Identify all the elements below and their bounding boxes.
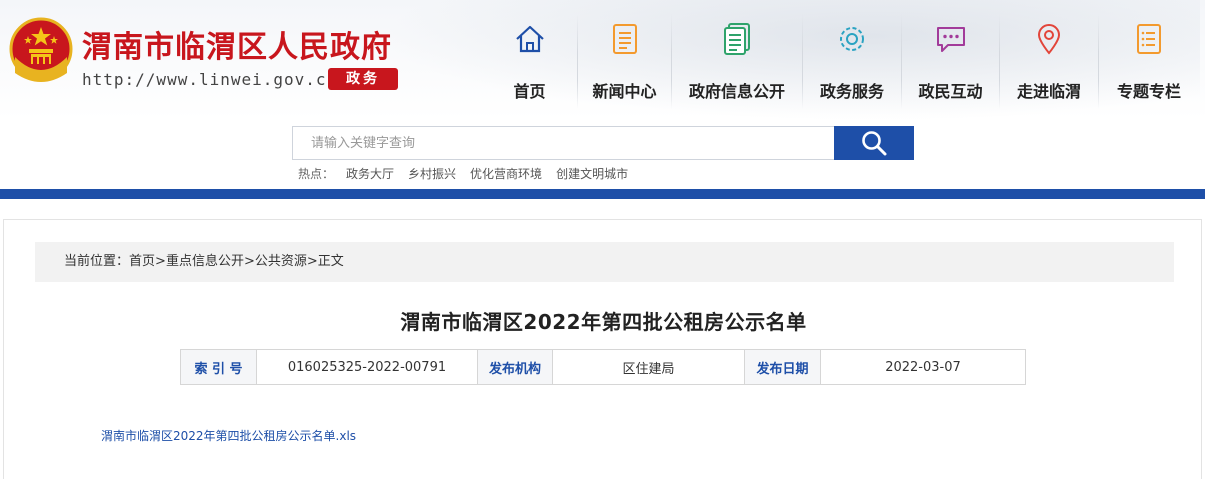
breadcrumb-item-home[interactable]: 首页 (129, 254, 155, 269)
breadcrumb-item-public-resources[interactable]: 公共资源 (255, 254, 307, 269)
index-number-value: 016025325-2022-00791 (256, 349, 478, 385)
site-title[interactable]: 渭南市临渭区人民政府 (82, 22, 392, 66)
breadcrumb-item-key-info[interactable]: 重点信息公开 (166, 254, 244, 269)
nav-item-gov-info[interactable]: 政府信息公开 (672, 14, 802, 109)
nav-label-home: 首页 (513, 82, 546, 101)
nav-item-services[interactable]: 政务服务 (803, 14, 901, 109)
breadcrumb-prefix: 当前位置： (64, 254, 130, 269)
publisher-value: 区住建局 (552, 349, 745, 385)
header-divider-bar (0, 189, 1205, 199)
publisher-label: 发布机构 (477, 349, 553, 385)
hot-topics: 热点： 政务大厅 乡村振兴 优化营商环境 创建文明城市 (298, 165, 642, 182)
nav-item-news[interactable]: 新闻中心 (578, 14, 671, 109)
nav-item-topics[interactable]: 专题专栏 (1099, 14, 1199, 109)
search-icon (862, 131, 887, 156)
home-icon (515, 25, 544, 53)
table-row: 索 引 号 016025325-2022-00791 发布机构 区住建局 发布日… (180, 349, 1026, 385)
nav-label-news: 新闻中心 (592, 82, 657, 101)
national-emblem-icon (9, 17, 73, 82)
breadcrumb-item-current: 正文 (317, 254, 344, 269)
publish-date-value: 2022-03-07 (820, 349, 1026, 385)
search-button[interactable] (834, 126, 914, 160)
site-badge: 政务 (328, 68, 398, 90)
publish-date-label: 发布日期 (744, 349, 821, 385)
hot-link-civilized-city[interactable]: 创建文明城市 (556, 165, 628, 182)
article-container: 当前位置：首页>重点信息公开>公共资源>正文 渭南市临渭区2022年第四批公租房… (3, 219, 1202, 479)
site-header: 渭南市临渭区人民政府 http://www.linwei.gov.cn 政务 首… (0, 0, 1205, 199)
breadcrumb-separator: > (243, 254, 255, 269)
chat-bubble-icon (936, 27, 965, 52)
main-nav: 首页 新闻中心 政府信息公开 政务服务 政民互动 走进临渭 专题专栏 (482, 14, 1199, 109)
info-document-icon (724, 23, 750, 55)
nav-label-topics: 专题专栏 (1116, 82, 1181, 101)
news-document-icon (612, 24, 637, 54)
nav-label-services: 政务服务 (819, 82, 884, 101)
site-url: http://www.linwei.gov.cn (82, 70, 338, 89)
nav-item-home[interactable]: 首页 (482, 14, 577, 109)
map-pin-icon (1037, 24, 1061, 55)
nav-item-interaction[interactable]: 政民互动 (902, 14, 999, 109)
hot-link-rural-revitalization[interactable]: 乡村振兴 (408, 165, 456, 182)
hot-link-service-hall[interactable]: 政务大厅 (346, 165, 394, 182)
gear-service-icon (840, 27, 864, 51)
attachment-link[interactable]: 渭南市临渭区2022年第四批公租房公示名单.xls (101, 427, 356, 444)
breadcrumb: 当前位置：首页>重点信息公开>公共资源>正文 (35, 242, 1174, 282)
hot-topics-label: 热点： (298, 167, 335, 181)
nav-label-about: 走进临渭 (1016, 82, 1081, 101)
index-number-label: 索 引 号 (180, 349, 257, 385)
breadcrumb-separator: > (306, 254, 318, 269)
search-bar (292, 126, 914, 160)
breadcrumb-separator: > (155, 254, 166, 269)
article-title: 渭南市临渭区2022年第四批公租房公示名单 (400, 310, 807, 334)
hot-link-business-environment[interactable]: 优化营商环境 (470, 165, 542, 182)
search-input[interactable] (292, 126, 834, 160)
list-document-icon (1137, 24, 1161, 54)
article-meta-table: 索 引 号 016025325-2022-00791 发布机构 区住建局 发布日… (180, 349, 1026, 385)
nav-label-interaction: 政民互动 (918, 82, 983, 101)
nav-item-about[interactable]: 走进临渭 (1000, 14, 1098, 109)
nav-label-gov-info: 政府信息公开 (688, 82, 785, 101)
